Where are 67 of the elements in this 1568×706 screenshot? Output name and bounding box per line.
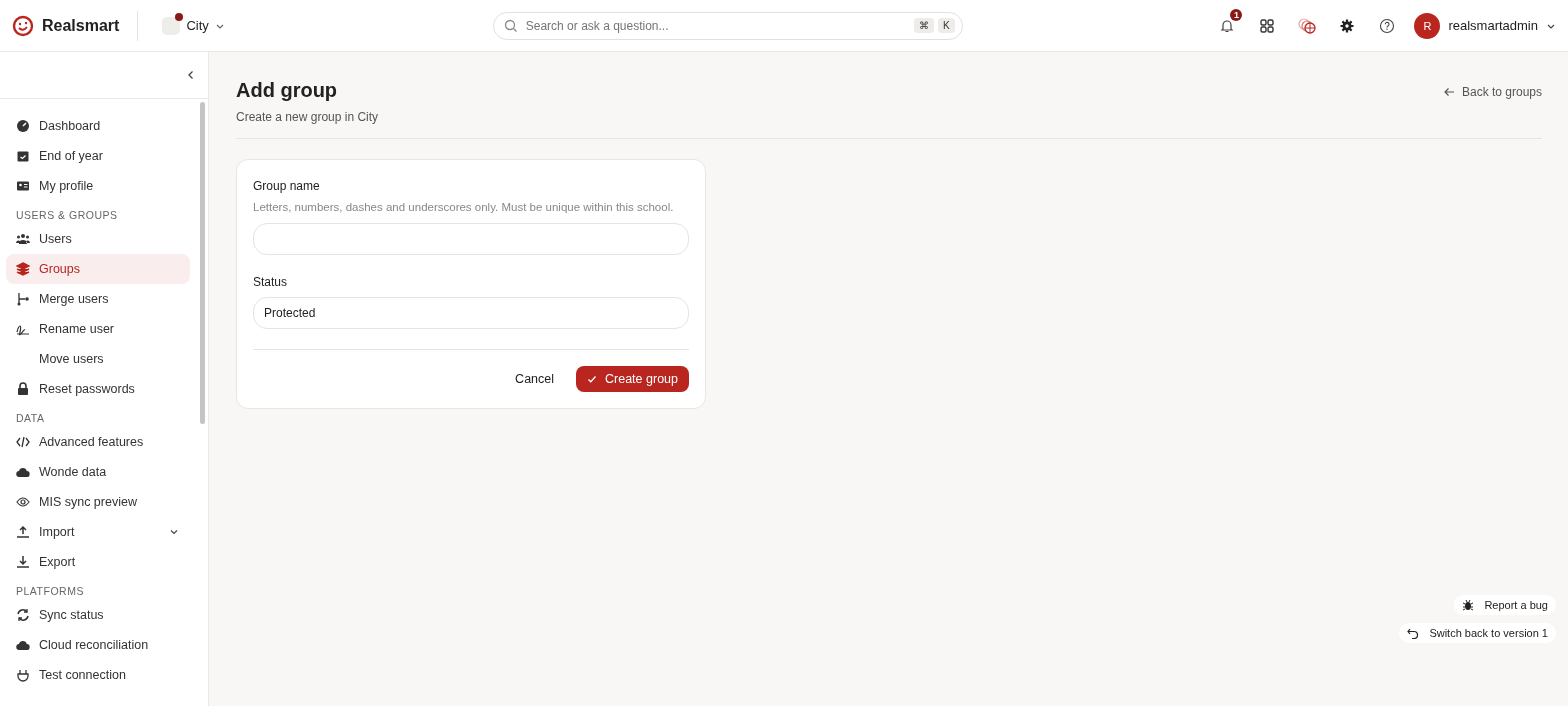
help-icon [1379, 17, 1396, 34]
upload-icon [16, 525, 30, 539]
sidebar-item[interactable]: Groups [6, 254, 190, 284]
create-group-button[interactable]: Create group [576, 366, 689, 392]
section-heading: DATA [15, 411, 46, 426]
bug-icon [1462, 599, 1475, 611]
brand-name: Realsmart [42, 16, 120, 35]
chevron-left-icon [186, 69, 196, 80]
sidebar-item[interactable]: Wonde data [6, 457, 190, 487]
sync-icon [16, 608, 30, 622]
lock-icon [16, 382, 30, 396]
sidebar-item[interactable]: Export [6, 547, 190, 577]
user-avatar: R [1414, 12, 1441, 39]
arrow-left-icon [1442, 86, 1455, 98]
sidebar-item[interactable]: Users [6, 224, 190, 254]
card-icon [16, 179, 30, 193]
grid-icon [1259, 17, 1276, 34]
settings-icon [1339, 17, 1356, 34]
layers-icon [16, 262, 30, 276]
gauge-icon [16, 119, 30, 133]
sidebar-item[interactable]: Cloud reconciliation [6, 630, 190, 660]
notification-count: 1 [1230, 8, 1243, 21]
sidebar-item[interactable]: Sync status [6, 600, 190, 630]
plug-icon [16, 668, 30, 682]
sidebar-item[interactable]: Move users [6, 344, 190, 374]
download-icon [16, 555, 30, 569]
user-name: realsmartadmin [1448, 18, 1538, 33]
section-heading: PLATFORMS [15, 584, 85, 599]
globes-icon [1297, 16, 1318, 35]
alert-dot [175, 12, 184, 21]
field-label: Status [253, 275, 289, 289]
check-icon [587, 374, 598, 384]
section-heading: USERS & GROUPS [15, 208, 119, 223]
sidebar-item[interactable]: Dashboard [6, 111, 190, 141]
cloud-icon [16, 465, 30, 479]
switch-version-button[interactable]: Switch back to version 1 [1399, 623, 1556, 643]
sidebar-item[interactable]: MIS sync preview [6, 487, 190, 517]
back-link[interactable]: Back to groups [1442, 85, 1542, 99]
user-menu[interactable]: R realsmartadmin [1414, 12, 1556, 39]
cancel-button[interactable]: Cancel [509, 371, 561, 387]
sidebar-item[interactable]: End of year [6, 141, 190, 171]
field-label: Group name [253, 179, 321, 193]
code-icon [16, 435, 30, 449]
scrollbar[interactable] [200, 102, 205, 424]
sidebar-item[interactable]: Rename user [6, 314, 190, 344]
sidebar-item[interactable]: Advanced features [6, 427, 190, 457]
page-title: Add group [236, 79, 339, 102]
sidebar-item[interactable]: Import [6, 517, 190, 547]
users-icon [16, 232, 30, 246]
smiley-logo-icon [12, 14, 34, 37]
eye-icon [16, 495, 30, 509]
sidebar-item[interactable]: Test connection [6, 660, 190, 690]
bell-icon [1219, 17, 1236, 34]
school-switcher[interactable]: City [156, 15, 231, 36]
undo-icon [1407, 627, 1420, 639]
merge-icon [16, 292, 30, 306]
search-icon [503, 18, 518, 33]
sidebar-item[interactable]: My profile [6, 171, 190, 201]
page-subtitle: Create a new group in City [236, 110, 379, 124]
sidebar-item[interactable]: Merge users [6, 284, 190, 314]
status-select[interactable]: Protected [253, 297, 689, 329]
sidebar-item[interactable]: Reset passwords [6, 374, 190, 404]
field-help: Letters, numbers, dashes and underscores only. Must be unique within this school. [253, 201, 675, 213]
cloud-icon [16, 638, 30, 652]
report-bug-button[interactable]: Report a bug [1454, 595, 1556, 615]
calendar-icon [16, 149, 30, 163]
group-name-field[interactable] [253, 223, 689, 255]
